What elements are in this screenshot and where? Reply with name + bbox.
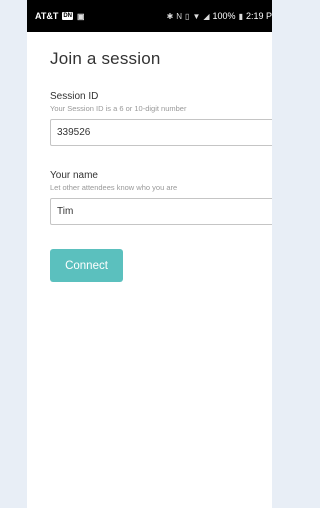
status-right: ✱ N ▯ ▼ ◢ 100% ▮ 2:19 P [167,11,272,21]
vibrate-icon: ▯ [185,11,190,21]
join-session-form: Join a session Session ID Your Session I… [27,49,272,282]
connect-button[interactable]: Connect [50,249,123,282]
battery-icon: ▮ [238,11,243,21]
cell-signal-icon: ◢ [203,11,210,21]
page-title: Join a session [50,49,161,68]
clock: 2:19 P [245,11,272,21]
your-name-hint: Let other attendees know who you are [50,183,178,192]
session-id-input[interactable] [50,119,272,146]
session-id-label: Session ID [50,91,99,102]
bluetooth-icon: ✱ [166,11,174,21]
your-name-input[interactable] [50,198,272,225]
your-name-label: Your name [50,170,98,181]
carrier-label: AT&T [35,11,59,21]
phone-screen: AT&T DN ▣ ✱ N ▯ ▼ ◢ 100% ▮ 2:19 P Join a… [27,0,272,508]
battery-percent: 100% [212,11,236,21]
status-left: AT&T DN ▣ [35,11,85,21]
session-id-hint: Your Session ID is a 6 or 10-digit numbe… [50,104,187,113]
status-bar: AT&T DN ▣ ✱ N ▯ ▼ ◢ 100% ▮ 2:19 P [27,0,272,32]
nfc-icon: N [176,11,183,21]
notification-badge-icon: DN [62,12,73,20]
message-icon: ▣ [77,11,85,21]
wifi-icon: ▼ [192,11,201,21]
